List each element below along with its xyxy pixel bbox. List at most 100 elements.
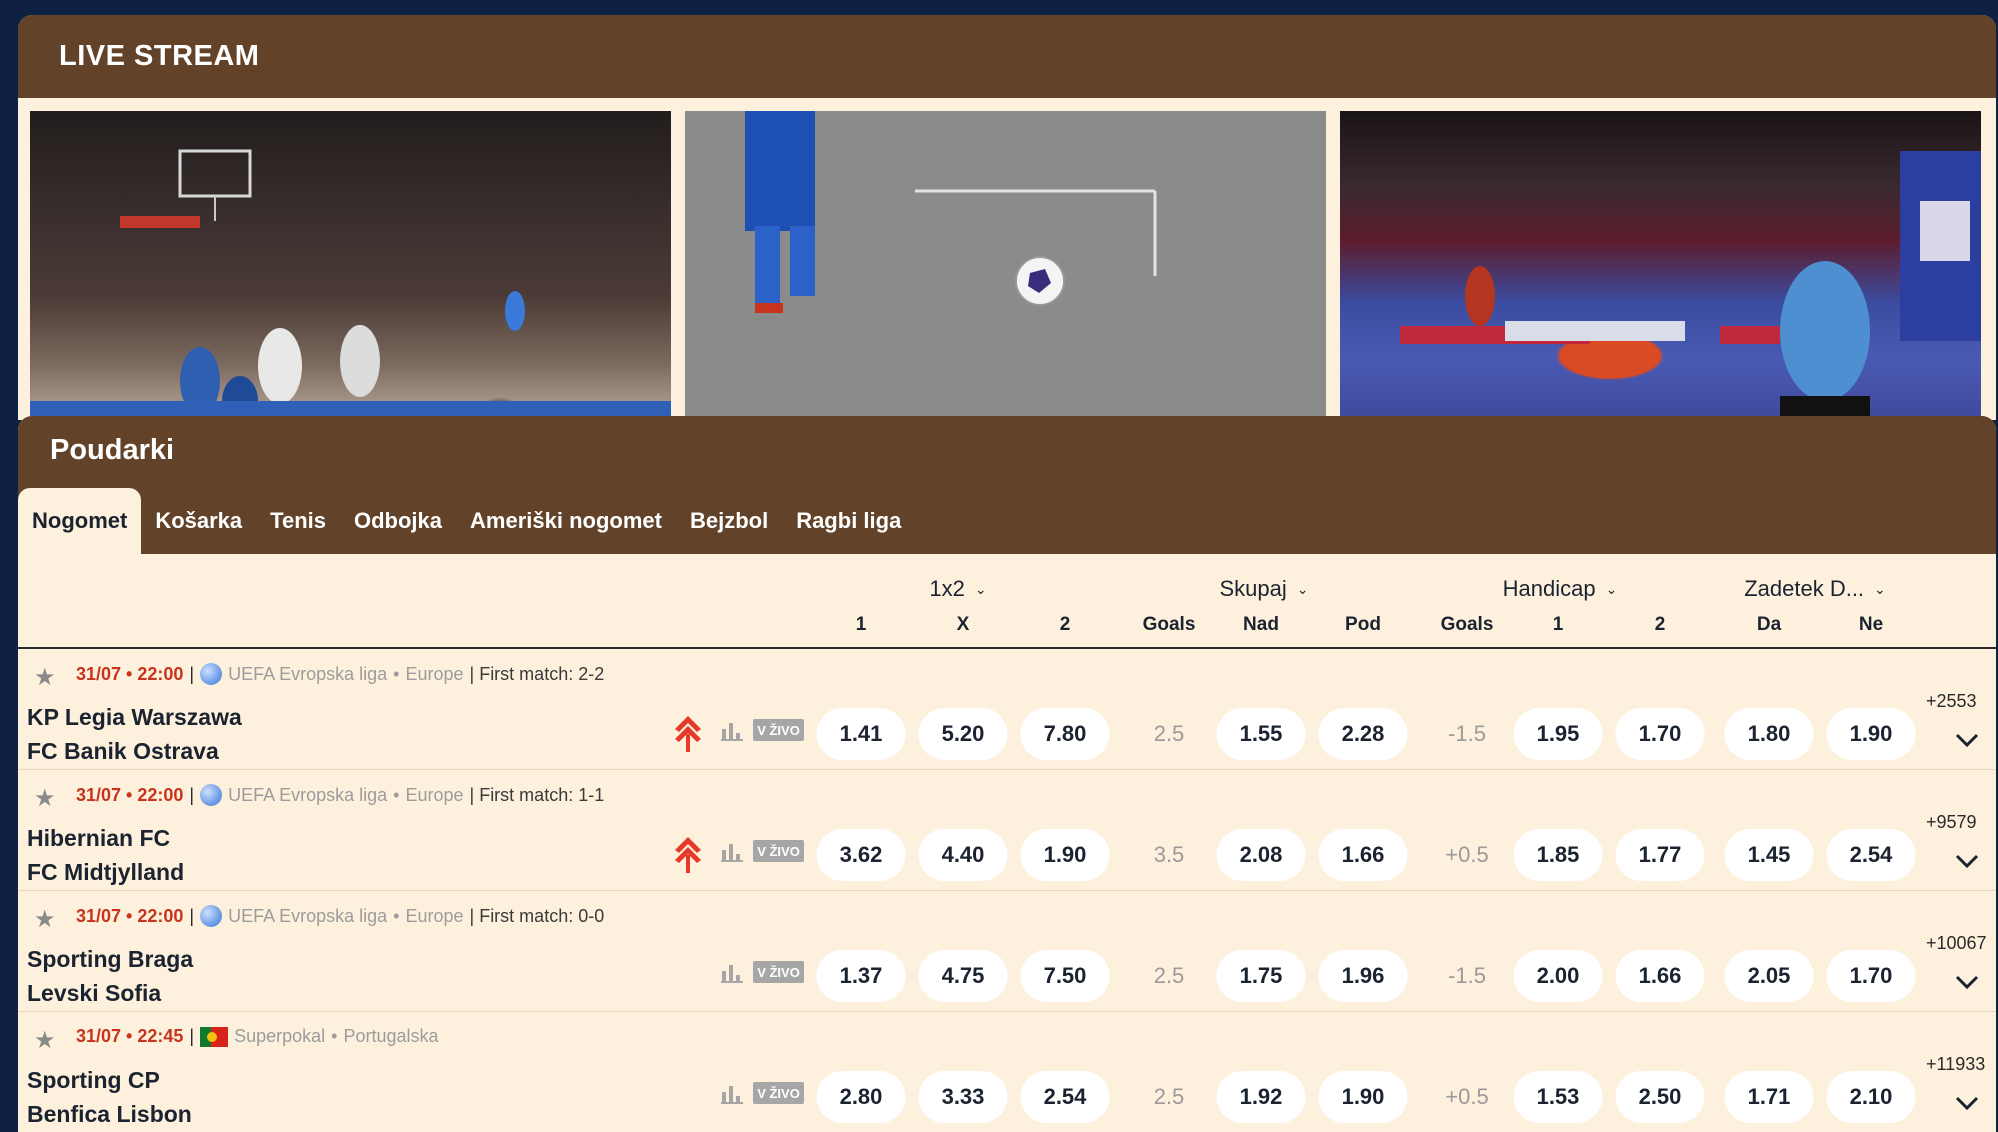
live-badge[interactable]: V ŽIVO xyxy=(753,840,804,862)
chevron-down-icon: ⌄ xyxy=(1874,580,1886,597)
chevron-down-icon[interactable] xyxy=(1955,974,1979,990)
odd-button-1[interactable]: 1.41 xyxy=(816,708,906,760)
odd-button-2[interactable]: 1.90 xyxy=(1020,829,1110,881)
odd-button-under[interactable]: 1.66 xyxy=(1318,829,1408,881)
odd-button-2[interactable]: 7.80 xyxy=(1020,708,1110,760)
favorite-star-icon[interactable]: ★ xyxy=(34,784,56,813)
tab-americki-nogomet[interactable]: Ameriški nogomet xyxy=(456,488,676,554)
odd-button-1[interactable]: 3.62 xyxy=(816,829,906,881)
more-markets-count[interactable]: +11933 xyxy=(1926,1054,1985,1075)
tab-tenis[interactable]: Tenis xyxy=(256,488,340,554)
odd-button-x[interactable]: 4.75 xyxy=(918,950,1008,1002)
home-team[interactable]: Sporting CP xyxy=(27,1067,160,1094)
chevron-down-icon[interactable] xyxy=(1955,853,1979,869)
match-row[interactable]: ★ 31/07 • 22:00 | UEFA Evropska liga • E… xyxy=(18,770,1996,891)
more-markets-count[interactable]: +10067 xyxy=(1926,933,1987,954)
home-team[interactable]: Sporting Braga xyxy=(27,946,193,973)
odd-button-under[interactable]: 2.28 xyxy=(1318,708,1408,760)
odd-button-1[interactable]: 2.80 xyxy=(816,1071,906,1123)
odd-button-under[interactable]: 1.90 xyxy=(1318,1071,1408,1123)
odd-button-da[interactable]: 2.05 xyxy=(1724,950,1814,1002)
chevron-down-icon: ⌄ xyxy=(1605,580,1618,597)
league-name[interactable]: UEFA Evropska liga xyxy=(228,664,387,685)
odd-button-ne[interactable]: 1.70 xyxy=(1826,950,1916,1002)
favorite-star-icon[interactable]: ★ xyxy=(34,905,56,934)
meta-separator: | xyxy=(189,1026,195,1046)
odd-button-ne[interactable]: 2.10 xyxy=(1826,1071,1916,1123)
odd-button-da[interactable]: 1.45 xyxy=(1724,829,1814,881)
odd-button-hcp-1[interactable]: 1.85 xyxy=(1513,829,1603,881)
home-team[interactable]: KP Legia Warszawa xyxy=(27,704,242,731)
odd-button-da[interactable]: 1.80 xyxy=(1724,708,1814,760)
chevron-down-icon[interactable] xyxy=(1955,1095,1979,1111)
away-team[interactable]: Levski Sofia xyxy=(27,980,161,1007)
odd-button-hcp-1[interactable]: 1.95 xyxy=(1513,708,1603,760)
match-row[interactable]: ★ 31/07 • 22:00 | UEFA Evropska liga • E… xyxy=(18,891,1996,1012)
odd-button-hcp-1[interactable]: 2.00 xyxy=(1513,950,1603,1002)
away-team[interactable]: Benfica Lisbon xyxy=(27,1101,192,1128)
odd-button-x[interactable]: 5.20 xyxy=(918,708,1008,760)
tab-ragbi-liga[interactable]: Ragbi liga xyxy=(782,488,915,554)
more-markets-count[interactable]: +2553 xyxy=(1926,691,1977,712)
odd-button-da[interactable]: 1.71 xyxy=(1724,1071,1814,1123)
odd-button-hcp-2[interactable]: 1.70 xyxy=(1615,708,1705,760)
trending-up-icon xyxy=(675,716,701,752)
stats-icon[interactable] xyxy=(721,961,743,983)
league-name[interactable]: Superpokal xyxy=(234,1026,325,1047)
live-badge[interactable]: V ŽIVO xyxy=(753,961,804,983)
chevron-down-icon[interactable] xyxy=(1955,732,1979,748)
favorite-star-icon[interactable]: ★ xyxy=(34,1026,56,1055)
favorite-star-icon[interactable]: ★ xyxy=(34,663,56,692)
match-time: 31/07 • 22:00 xyxy=(76,905,184,926)
market-selector-skupaj[interactable]: Skupaj ⌄ xyxy=(1219,576,1308,602)
more-markets-count[interactable]: +9579 xyxy=(1926,812,1977,833)
match-row[interactable]: ★ 31/07 • 22:45 | Superpokal • Portugals… xyxy=(18,1012,1996,1132)
odd-button-hcp-2[interactable]: 2.50 xyxy=(1615,1071,1705,1123)
total-line: 3.5 xyxy=(1153,842,1185,867)
tab-bejzbol[interactable]: Bejzbol xyxy=(676,488,782,554)
market-selector-zadetek[interactable]: Zadetek D... ⌄ xyxy=(1744,576,1886,602)
odd-button-2[interactable]: 2.54 xyxy=(1020,1071,1110,1123)
tab-nogomet[interactable]: Nogomet xyxy=(18,488,142,554)
away-team[interactable]: FC Midtjylland xyxy=(27,859,184,886)
odd-button-under[interactable]: 1.96 xyxy=(1318,950,1408,1002)
live-badge[interactable]: V ŽIVO xyxy=(753,1082,804,1104)
market-title: Zadetek D... xyxy=(1744,576,1865,601)
odd-button-x[interactable]: 3.33 xyxy=(918,1071,1008,1123)
stats-icon[interactable] xyxy=(721,719,743,741)
odd-button-over[interactable]: 1.55 xyxy=(1216,708,1306,760)
football-scene xyxy=(745,111,1157,313)
away-team[interactable]: FC Banik Ostrava xyxy=(27,738,219,765)
market-selector-1x2[interactable]: 1x2 ⌄ xyxy=(929,576,986,602)
market-selector-handicap[interactable]: Handicap ⌄ xyxy=(1503,576,1618,602)
odd-button-x[interactable]: 4.40 xyxy=(918,829,1008,881)
col-label-hcp-1: 1 xyxy=(1552,614,1564,635)
meta-dot: • xyxy=(393,905,400,926)
live-badge[interactable]: V ŽIVO xyxy=(753,719,804,741)
home-team[interactable]: Hibernian FC xyxy=(27,825,170,852)
region-name: Europe xyxy=(405,663,464,684)
tab-kosarka[interactable]: Košarka xyxy=(141,488,256,554)
stream-thumbnail-table-tennis[interactable] xyxy=(1340,111,1981,420)
match-row[interactable]: ★ 31/07 • 22:00 | UEFA Evropska liga • E… xyxy=(18,649,1996,770)
stats-icon[interactable] xyxy=(721,1082,743,1104)
odd-button-hcp-2[interactable]: 1.77 xyxy=(1615,829,1705,881)
odd-button-over[interactable]: 1.75 xyxy=(1216,950,1306,1002)
odd-button-2[interactable]: 7.50 xyxy=(1020,950,1110,1002)
odd-button-ne[interactable]: 2.54 xyxy=(1826,829,1916,881)
odd-button-over[interactable]: 1.92 xyxy=(1216,1071,1306,1123)
total-line: 2.5 xyxy=(1153,721,1185,746)
odd-button-over[interactable]: 2.08 xyxy=(1216,829,1306,881)
stream-thumbnail-football[interactable] xyxy=(685,111,1326,420)
league-name[interactable]: UEFA Evropska liga xyxy=(228,906,387,927)
basketball-scene xyxy=(30,149,671,420)
tab-odbojka[interactable]: Odbojka xyxy=(340,488,456,554)
odd-button-hcp-2[interactable]: 1.66 xyxy=(1615,950,1705,1002)
odd-button-ne[interactable]: 1.90 xyxy=(1826,708,1916,760)
stream-thumbnail-basketball[interactable] xyxy=(30,111,671,420)
league-name[interactable]: UEFA Evropska liga xyxy=(228,785,387,806)
stats-icon[interactable] xyxy=(721,840,743,862)
col-label-pod: Pod xyxy=(1345,614,1381,635)
odd-button-hcp-1[interactable]: 1.53 xyxy=(1513,1071,1603,1123)
odd-button-1[interactable]: 1.37 xyxy=(816,950,906,1002)
